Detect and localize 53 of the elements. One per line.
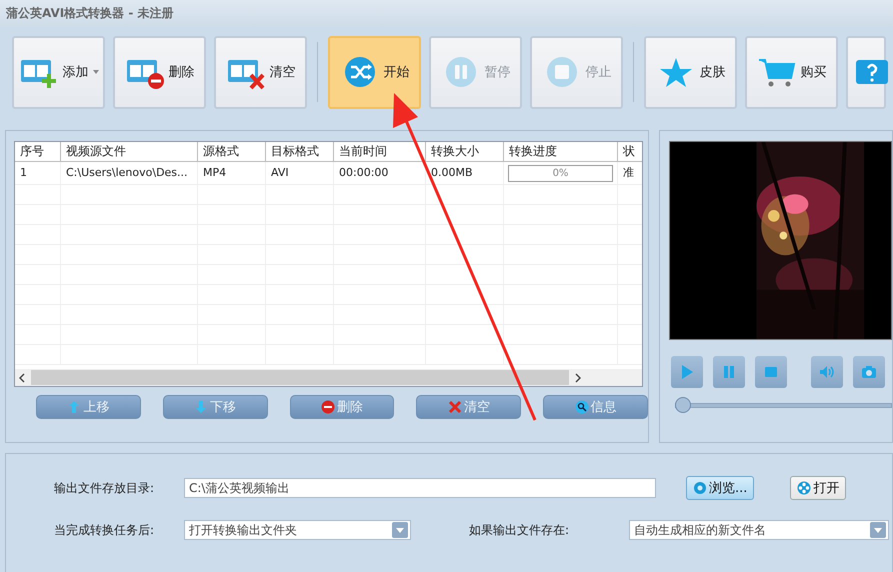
- buy-button[interactable]: 购买: [745, 36, 838, 108]
- table-cell: 00:00:00: [334, 162, 426, 184]
- position-slider[interactable]: [675, 396, 892, 414]
- pause-button[interactable]: [713, 356, 745, 388]
- table-cell: AVI: [266, 162, 334, 184]
- horizontal-scrollbar[interactable]: [15, 369, 642, 386]
- output-directory-field[interactable]: C:\蒲公英视频输出: [184, 478, 656, 498]
- window-title: 蒲公英AVI格式转换器 - 未注册: [6, 4, 174, 22]
- stop-icon: [763, 364, 779, 380]
- column-header[interactable]: 转换大小: [426, 142, 504, 161]
- volume-button[interactable]: [811, 356, 843, 388]
- browse-button[interactable]: 浏览...: [686, 476, 754, 500]
- table-cell: 1: [15, 162, 61, 184]
- add-video-button[interactable]: 添加: [12, 36, 105, 108]
- camera-button[interactable]: [853, 356, 885, 388]
- table-cell: MP4: [198, 162, 266, 184]
- film-reel-icon: [797, 481, 812, 495]
- camera-icon: [861, 364, 877, 380]
- play-button[interactable]: [671, 356, 703, 388]
- stop-button[interactable]: [755, 356, 787, 388]
- column-header[interactable]: 目标格式: [266, 142, 334, 161]
- file-exists-dropdown[interactable]: 自动生成相应的新文件名: [629, 520, 889, 540]
- field-label: 输出文件存放目录:: [54, 480, 156, 496]
- table-row[interactable]: 1 C:\Users\lenovo\Des... MP4 AVI 00:00:00 0.00MB 0% 准: [15, 162, 642, 185]
- up-arrow-icon: [67, 400, 82, 414]
- table-cell: 准: [618, 162, 642, 184]
- column-header[interactable]: 状: [618, 142, 642, 161]
- field-label: 如果输出文件存在:: [469, 522, 570, 538]
- table-cell: C:\Users\lenovo\Des...: [61, 162, 198, 184]
- pause-icon: [721, 364, 737, 380]
- progress-text: 0%: [552, 167, 570, 181]
- after-task-dropdown[interactable]: 打开转换输出文件夹: [184, 520, 411, 540]
- search-icon: [574, 400, 589, 414]
- minus-icon: [320, 400, 335, 414]
- column-header[interactable]: 序号: [15, 142, 61, 161]
- slider-thumb[interactable]: [675, 397, 691, 413]
- gear-icon: [693, 481, 707, 495]
- column-header[interactable]: 视频源文件: [61, 142, 198, 161]
- column-header[interactable]: 当前时间: [334, 142, 426, 161]
- start-button[interactable]: 开始: [328, 36, 421, 108]
- clear-button[interactable]: 清空: [214, 36, 307, 108]
- cross-icon: [448, 400, 462, 414]
- speaker-icon: [819, 364, 835, 380]
- skin-button[interactable]: 皮肤: [644, 36, 737, 108]
- open-button[interactable]: 打开: [790, 476, 846, 500]
- delete-button[interactable]: 删除: [113, 36, 206, 108]
- column-header[interactable]: 源格式: [198, 142, 266, 161]
- play-icon: [679, 364, 695, 380]
- field-label: 当完成转换任务后:: [54, 522, 156, 538]
- column-header[interactable]: 转换进度: [504, 142, 618, 161]
- table-cell: 0.00MB: [426, 162, 504, 184]
- down-arrow-icon: [194, 400, 208, 414]
- help-button[interactable]: [846, 36, 886, 108]
